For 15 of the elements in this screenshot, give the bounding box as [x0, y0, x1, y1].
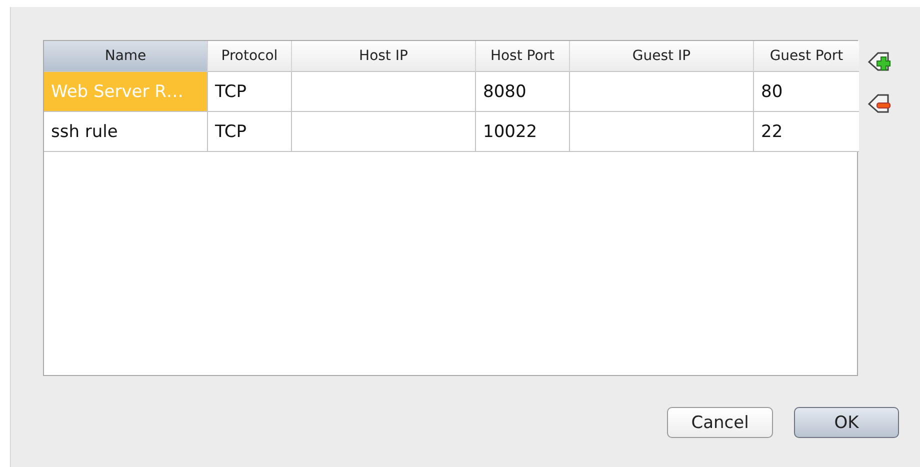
- cancel-button[interactable]: Cancel: [667, 407, 773, 438]
- ok-button[interactable]: OK: [794, 407, 899, 438]
- column-header[interactable]: Guest Port: [753, 41, 859, 72]
- table-cell: TCP: [207, 72, 291, 112]
- column-header[interactable]: Guest IP: [569, 41, 753, 72]
- column-header[interactable]: Protocol: [207, 41, 291, 72]
- column-header[interactable]: Host Port: [475, 41, 569, 72]
- table-cell: 80: [753, 72, 859, 112]
- table-cell: 8080: [475, 72, 569, 112]
- column-header[interactable]: Name: [44, 41, 207, 72]
- column-header[interactable]: Host IP: [291, 41, 475, 72]
- table-cell: TCP: [207, 112, 291, 152]
- table-cell: 10022: [475, 112, 569, 152]
- table-cell: 22: [753, 112, 859, 152]
- table-cell: Web Server R…: [44, 72, 207, 112]
